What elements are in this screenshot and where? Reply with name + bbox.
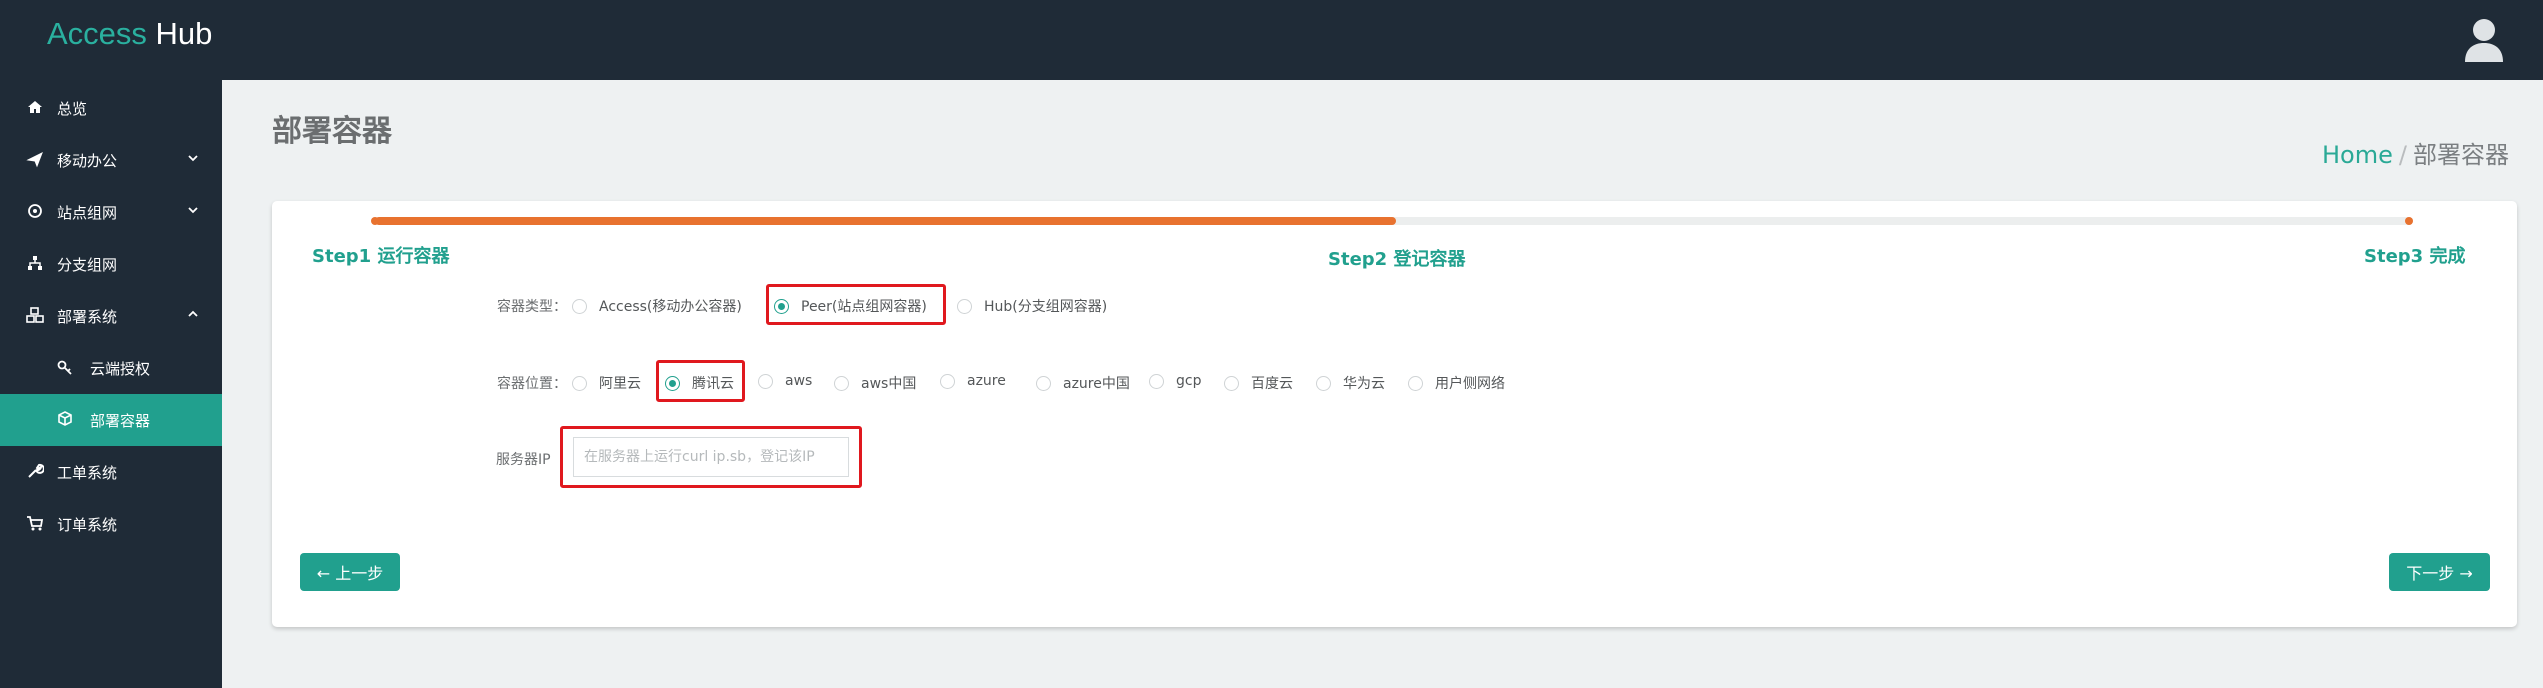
radio-circle [1224,375,1239,391]
network-icon [28,204,42,218]
radio-label: 阿里云 [599,376,641,392]
radio-circle [957,298,972,314]
radio-circle [940,373,955,389]
breadcrumb-home-link[interactable]: Home [2322,141,2393,169]
cubes-icon [26,307,44,323]
radio-circle [1149,373,1164,389]
sidebar-item-label: 移动办公 [57,152,118,170]
radio-label: azure [967,373,1006,389]
breadcrumb-current: 部署容器 [2412,141,2509,169]
radio-location-baidu[interactable]: 百度云 [1224,373,1293,393]
cart-icon [27,516,44,531]
sitemap-icon [28,256,42,270]
radio-location-gcp[interactable]: gcp [1149,373,1201,389]
radio-location-aliyun[interactable]: 阿里云 [572,373,641,393]
sidebar: 总览 移动办公 站点组网 分支组网 部署系统 云端授权 部署容器 工单系统 订单… [0,80,222,688]
radio-location-azure[interactable]: azure [940,373,1006,389]
plane-icon [26,151,43,168]
cube-icon [58,411,72,426]
user-avatar-icon[interactable] [2464,18,2504,62]
radio-label: aws中国 [861,376,917,392]
sidebar-item-deploy-container[interactable]: 部署容器 [0,394,222,446]
sidebar-item-label: 部署系统 [57,308,118,326]
prev-step-button[interactable]: ← 上一步 [300,553,400,591]
radio-circle-selected [774,298,789,314]
radio-type-access[interactable]: Access(移动办公容器) [572,296,742,316]
sidebar-item-mobile-office[interactable]: 移动办公 [0,134,222,186]
server-ip-input[interactable] [573,437,849,477]
radio-location-azure-china[interactable]: azure中国 [1036,373,1130,393]
radio-circle [1316,375,1331,391]
radio-label: Access(移动办公容器) [599,299,742,315]
sidebar-item-label: 站点组网 [57,204,118,222]
radio-circle [572,298,587,314]
chevron-up-icon [188,310,198,317]
radio-circle [1036,375,1051,391]
radio-location-aws-china[interactable]: aws中国 [834,373,916,393]
wrench-icon [28,463,44,478]
step-1-label: Step1 运行容器 [312,246,450,267]
container-type-label: 容器类型： [497,299,567,315]
radio-label: Peer(站点组网容器) [801,299,927,315]
radio-circle [834,375,849,391]
breadcrumb: Home / 部署容器 [2322,135,2509,170]
sidebar-item-order-system[interactable]: 订单系统 [0,498,222,550]
brand-rest: Hub [155,16,213,51]
chevron-down-icon [188,155,198,162]
radio-type-hub[interactable]: Hub(分支组网容器) [957,296,1107,316]
radio-label: 腾讯云 [692,376,734,392]
radio-label: azure中国 [1063,376,1130,392]
sidebar-item-label: 工单系统 [57,464,118,482]
next-step-button[interactable]: 下一步 → [2389,553,2490,591]
sidebar-item-label: 订单系统 [57,516,118,534]
sidebar-item-overview[interactable]: 总览 [0,82,222,134]
step-2-label: Step2 登记容器 [1328,249,1466,270]
sidebar-item-cloud-license[interactable]: 云端授权 [0,342,222,394]
sidebar-item-site-network[interactable]: 站点组网 [0,186,222,238]
chevron-down-icon [188,207,198,214]
sidebar-item-label: 分支组网 [57,256,118,274]
page-title: 部署容器 [272,114,392,149]
server-ip-label: 服务器IP [496,452,551,468]
sidebar-item-label: 部署容器 [90,412,151,430]
progress-dot-step1 [371,217,379,225]
progress-fill [375,217,1394,225]
radio-circle [572,375,587,391]
radio-label: gcp [1176,373,1202,389]
sidebar-item-ticket-system[interactable]: 工单系统 [0,446,222,498]
radio-label: Hub(分支组网容器) [984,299,1108,315]
sidebar-item-label: 云端授权 [90,360,151,378]
radio-circle [1408,375,1423,391]
radio-label: 华为云 [1343,376,1385,392]
radio-location-tencent[interactable]: 腾讯云 [665,373,734,393]
radio-location-huawei[interactable]: 华为云 [1316,373,1385,393]
radio-label: 用户侧网络 [1435,376,1505,392]
key-icon [57,360,72,375]
breadcrumb-separator: / [2398,141,2407,169]
sidebar-item-label: 总览 [57,100,88,118]
top-bar: Access Hub [0,0,2543,80]
wizard-card: Step1 运行容器 Step2 登记容器 Step3 完成 容器类型： Acc… [272,201,2517,627]
radio-location-aws[interactable]: aws [758,373,812,389]
radio-circle-selected [665,375,680,391]
sidebar-item-branch-network[interactable]: 分支组网 [0,238,222,290]
radio-label: 百度云 [1251,376,1293,392]
radio-location-user-network[interactable]: 用户侧网络 [1408,373,1505,393]
step-3-label: Step3 完成 [2364,246,2466,267]
brand-accent: Access [47,16,147,51]
progress-dot-step3 [2405,217,2413,225]
brand-logo[interactable]: Access Hub [47,16,212,52]
sidebar-item-deploy-system[interactable]: 部署系统 [0,290,222,342]
progress-dot-step2 [1388,217,1396,225]
home-icon [28,101,42,113]
container-location-label: 容器位置： [497,376,567,392]
radio-label: aws [785,373,813,389]
radio-circle [758,373,773,389]
radio-type-peer[interactable]: Peer(站点组网容器) [774,296,927,316]
